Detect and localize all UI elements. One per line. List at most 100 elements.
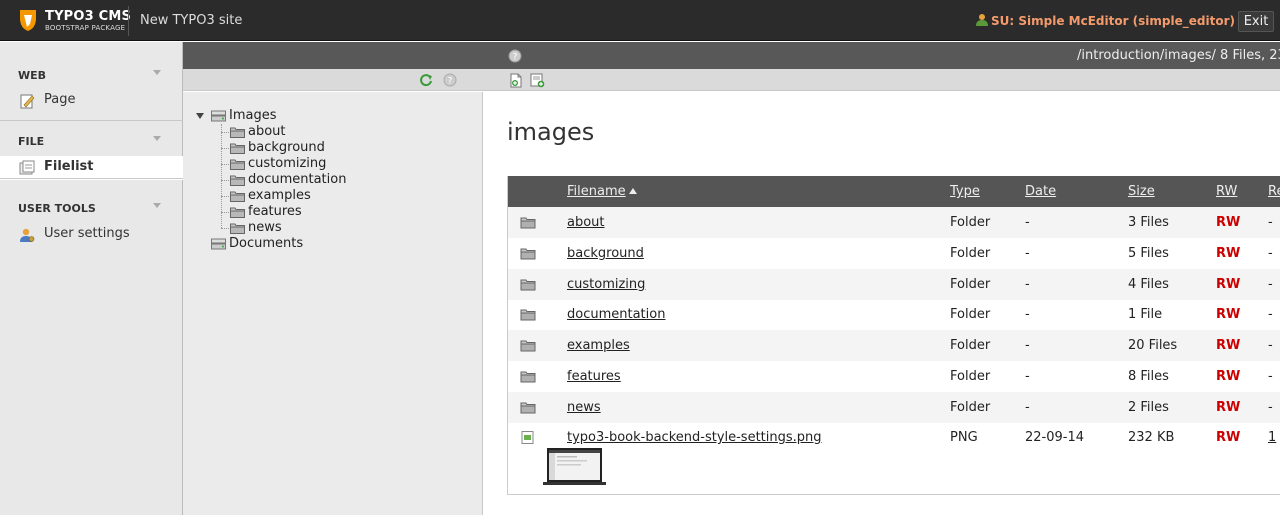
module-group-web[interactable]: WEB xyxy=(0,54,183,90)
tree-node-label: Documents xyxy=(229,236,304,251)
table-row[interactable]: background Folder - 5 Files RW - xyxy=(508,238,1280,269)
column-header-date[interactable]: Date xyxy=(1025,184,1056,199)
divider xyxy=(0,178,183,179)
table-header: Filename Type Date Size RW Re xyxy=(508,176,1280,207)
tree-node-label: features xyxy=(248,204,302,219)
switched-user-indicator[interactable]: SU: Simple McEditor (simple_editor) xyxy=(975,13,1235,28)
folder-icon xyxy=(520,217,536,229)
tree-header-bar xyxy=(183,42,483,69)
file-references: - xyxy=(1268,338,1273,353)
file-name-link[interactable]: documentation xyxy=(567,307,665,322)
column-header-references[interactable]: Re xyxy=(1268,184,1280,199)
file-name-link[interactable]: background xyxy=(567,246,644,261)
column-header-filename[interactable]: Filename xyxy=(567,184,637,199)
table-row[interactable]: customizing Folder - 4 Files RW - xyxy=(508,269,1280,300)
tree-folder[interactable]: documentation xyxy=(230,172,390,188)
module-group-file[interactable]: FILE xyxy=(0,120,183,156)
folder-icon xyxy=(520,248,536,260)
module-item-filelist[interactable]: Filelist xyxy=(0,156,183,180)
help-icon[interactable]: ? xyxy=(443,73,457,87)
tree-node-label: Images xyxy=(229,108,277,123)
module-menu: WEB Page FILE Filelist USER TOOLS User s… xyxy=(0,42,183,515)
file-size: 1 File xyxy=(1128,307,1163,322)
folder-icon xyxy=(520,309,536,321)
file-date: - xyxy=(1025,338,1030,353)
site-name[interactable]: New TYPO3 site xyxy=(140,13,242,28)
expand-arrow-icon[interactable] xyxy=(196,112,204,120)
module-group-user-tools[interactable]: USER TOOLS xyxy=(0,187,183,223)
tree-storage-images[interactable]: Images xyxy=(211,108,331,124)
file-name-link[interactable]: typo3-book-backend-style-settings.png xyxy=(567,430,822,445)
folder-icon xyxy=(230,143,245,154)
table-row[interactable]: typo3-book-backend-style-settings.png PN… xyxy=(508,422,1280,494)
table-row[interactable]: features Folder - 8 Files RW - xyxy=(508,361,1280,392)
chevron-down-icon xyxy=(153,136,161,141)
chevron-down-icon xyxy=(153,70,161,75)
module-item-label: Filelist xyxy=(44,159,94,174)
file-size: 4 Files xyxy=(1128,277,1169,292)
storage-icon xyxy=(211,110,226,122)
folder-icon xyxy=(230,175,245,186)
file-references: - xyxy=(1268,277,1273,292)
help-icon[interactable]: ? xyxy=(508,49,522,63)
tree-storage-documents[interactable]: Documents xyxy=(211,236,351,252)
file-name-link[interactable]: features xyxy=(567,369,621,384)
file-references: - xyxy=(1268,369,1273,384)
file-type: Folder xyxy=(950,307,991,322)
table-row[interactable]: news Folder - 2 Files RW - xyxy=(508,392,1280,423)
tree-folder[interactable]: customizing xyxy=(230,156,370,172)
tree-toolbar: ? xyxy=(183,69,483,91)
file-name-link[interactable]: news xyxy=(567,400,601,415)
file-permissions: RW xyxy=(1216,246,1241,261)
refresh-icon[interactable] xyxy=(419,73,433,87)
tree-folder[interactable]: features xyxy=(230,204,370,220)
module-item-user-settings[interactable]: User settings xyxy=(0,223,183,247)
file-name-link[interactable]: about xyxy=(567,215,605,230)
table-row[interactable]: examples Folder - 20 Files RW - xyxy=(508,330,1280,361)
new-file-icon[interactable] xyxy=(509,73,524,88)
file-type: Folder xyxy=(950,277,991,292)
file-type: Folder xyxy=(950,369,991,384)
folder-icon xyxy=(520,340,536,352)
module-item-label: Page xyxy=(44,92,76,107)
typo3-logo[interactable]: TYPO3 CMS BOOTSTRAP PACKAGE xyxy=(18,8,131,34)
tree-connector xyxy=(221,180,229,181)
tree-node-label: background xyxy=(248,140,325,155)
file-name-link[interactable]: customizing xyxy=(567,277,645,292)
tree-folder[interactable]: examples xyxy=(230,188,370,204)
folder-icon xyxy=(230,127,245,138)
file-date: 22-09-14 xyxy=(1025,430,1085,445)
module-item-page[interactable]: Page xyxy=(0,89,183,113)
content-toolbar xyxy=(483,69,1280,91)
chevron-down-icon xyxy=(153,203,161,208)
tree-connector xyxy=(221,132,229,133)
tree-folder[interactable]: about xyxy=(230,124,370,140)
file-type: Folder xyxy=(950,338,991,353)
sort-ascending-icon xyxy=(628,188,637,194)
top-bar: TYPO3 CMS BOOTSTRAP PACKAGE New TYPO3 si… xyxy=(0,0,1280,41)
tree-folder[interactable]: news xyxy=(230,220,370,236)
column-header-size[interactable]: Size xyxy=(1128,184,1155,199)
content-header-bar: ? /introduction/images/ 8 Files, 23 xyxy=(483,42,1280,69)
file-date: - xyxy=(1025,369,1030,384)
file-references-link[interactable]: 1 xyxy=(1268,430,1276,445)
folder-icon xyxy=(520,279,536,291)
file-permissions: RW xyxy=(1216,215,1241,230)
filelist-icon xyxy=(19,160,35,175)
svg-text:?: ? xyxy=(448,77,453,87)
tree-folder[interactable]: background xyxy=(230,140,370,156)
file-type: Folder xyxy=(950,215,991,230)
image-thumbnail[interactable] xyxy=(543,448,606,486)
column-header-rw[interactable]: RW xyxy=(1216,184,1237,199)
exit-button[interactable]: Exit xyxy=(1238,11,1274,32)
file-type: Folder xyxy=(950,246,991,261)
folder-icon xyxy=(230,191,245,202)
upload-files-icon[interactable] xyxy=(530,73,545,88)
tree-connector xyxy=(221,212,229,213)
column-header-type[interactable]: Type xyxy=(950,184,980,199)
file-name-link[interactable]: examples xyxy=(567,338,630,353)
table-row[interactable]: documentation Folder - 1 File RW - xyxy=(508,299,1280,330)
table-row[interactable]: about Folder - 3 Files RW - xyxy=(508,207,1280,238)
file-type: Folder xyxy=(950,400,991,415)
file-table: Filename Type Date Size RW Re about Fold… xyxy=(507,176,1280,495)
